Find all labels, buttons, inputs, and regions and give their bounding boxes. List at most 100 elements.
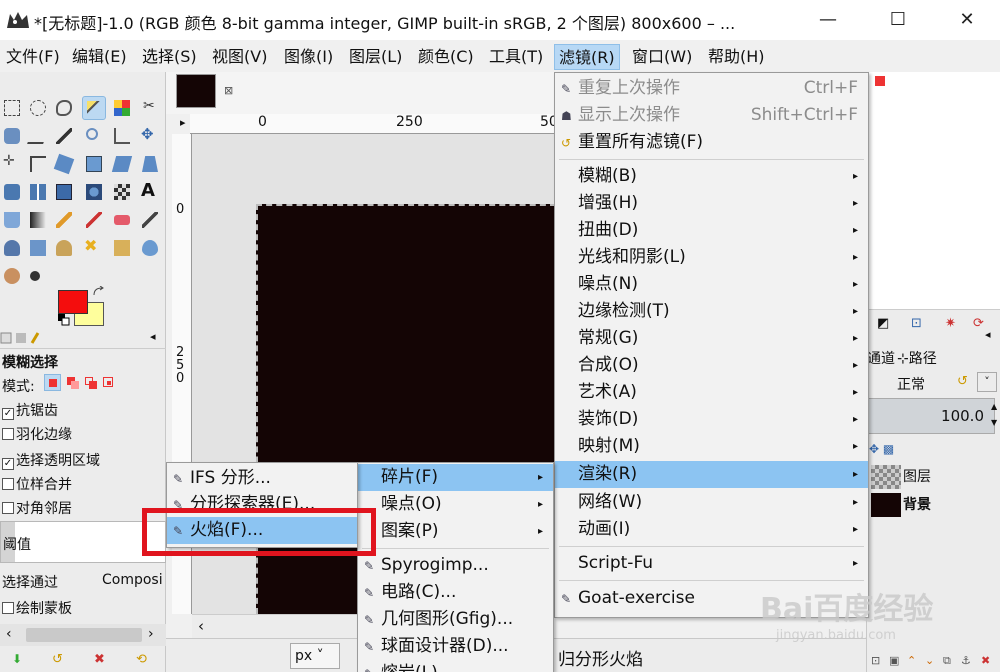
measure-tool[interactable] — [110, 124, 134, 148]
configure-tab-icon[interactable]: ◂ — [150, 330, 156, 343]
move-tool[interactable]: ✥ — [138, 124, 162, 148]
anchor-layer-icon[interactable]: ⚓ — [961, 654, 971, 667]
configure-tab-icon[interactable]: ◂ — [985, 328, 991, 341]
delete-layer-icon[interactable]: ✖ — [981, 654, 990, 667]
spin-down-icon[interactable]: ▼ — [991, 418, 997, 427]
antialias-checkbox[interactable]: ✓ — [2, 408, 14, 420]
swap-colors-icon[interactable] — [92, 286, 106, 298]
menu-item-reshow-last[interactable]: ☗ 显示上次操作 Shift+Ctrl+F — [555, 102, 868, 129]
fuzzy-select-tool[interactable] — [82, 96, 106, 120]
handle-transform-tool[interactable] — [110, 180, 134, 204]
lasso-tool[interactable] — [52, 96, 76, 120]
select-transparent-checkbox[interactable]: ✓ — [2, 458, 14, 470]
diagonal-checkbox[interactable] — [2, 502, 14, 514]
quick-mask-icon[interactable]: ▸ — [180, 116, 186, 129]
menu-item-repeat-last[interactable]: ✎ 重复上次操作 Ctrl+F — [555, 75, 868, 102]
raise-layer-icon[interactable]: ⌃ — [907, 654, 916, 667]
rotate-tool[interactable] — [52, 152, 76, 176]
opacity-spinner[interactable]: 100.0 — [867, 398, 995, 434]
blur-sharpen-tool[interactable] — [138, 236, 162, 260]
menu-tools[interactable]: 工具(T) — [485, 44, 547, 70]
menu-item-decor[interactable]: 装饰(D) ▸ — [555, 406, 868, 433]
bucket-fill-tool[interactable] — [0, 208, 24, 232]
lock-position-icon[interactable]: ✥ ▩ — [869, 442, 894, 456]
menu-item-gfig[interactable]: ✎ 几何图形(Gfig)... — [358, 606, 553, 633]
scroll-left-icon[interactable]: ‹ — [6, 626, 12, 642]
draw-mask-option[interactable]: 绘制蒙板 — [2, 598, 72, 618]
paintbrush-tool[interactable] — [82, 208, 106, 232]
maximize-button[interactable]: ☐ — [875, 6, 921, 34]
scroll-thumb[interactable] — [26, 628, 142, 642]
smudge-tool[interactable] — [0, 264, 24, 288]
menu-item-fractals[interactable]: 碎片(F) ▸ — [358, 464, 553, 491]
flip-tool[interactable] — [26, 180, 50, 204]
warp-transform-tool[interactable] — [82, 180, 106, 204]
mode-reset-icon[interactable]: ↺ — [957, 374, 968, 389]
spin-up-icon[interactable]: ▲ — [991, 402, 997, 411]
brush-edit-icon[interactable]: ◩ — [877, 316, 889, 331]
menu-item-noise[interactable]: 噪点(N) ▸ — [555, 271, 868, 298]
menu-item-enhance[interactable]: 增强(H) ▸ — [555, 190, 868, 217]
save-options-icon[interactable]: ⬇ — [12, 652, 22, 666]
tool-options-scrollbar[interactable]: ‹ › — [0, 624, 166, 646]
cage-transform-tool[interactable] — [52, 180, 76, 204]
diagonal-option[interactable]: 对角邻居 — [2, 498, 72, 518]
restore-options-icon[interactable]: ↺ — [52, 652, 63, 667]
menu-help[interactable]: 帮助(H) — [704, 44, 769, 70]
menu-item-artistic[interactable]: 艺术(A) ▸ — [555, 379, 868, 406]
delete-options-icon[interactable]: ✖ — [94, 652, 105, 667]
sample-merged-checkbox[interactable] — [2, 478, 14, 490]
menu-item-pattern[interactable]: 图案(P) ▸ — [358, 518, 553, 545]
scale-tool[interactable] — [82, 152, 106, 176]
menu-item-circuit[interactable]: ✎ 电路(C)... — [358, 579, 553, 606]
minimize-button[interactable]: — — [805, 6, 851, 34]
clone-tool[interactable] — [52, 236, 76, 260]
menu-item-script-fu[interactable]: Script-Fu ▸ — [555, 550, 868, 577]
menu-item-lava[interactable]: ✎ 熔岩(L)... — [358, 660, 553, 672]
select-by-dropdown[interactable]: Composi — [102, 572, 166, 588]
tab-paths[interactable]: ⊹路径 — [897, 348, 937, 368]
eraser-tool[interactable] — [110, 208, 134, 232]
feather-checkbox[interactable] — [2, 428, 14, 440]
select-transparent-option[interactable]: ✓ 选择透明区域 — [2, 450, 100, 470]
menu-view[interactable]: 视图(V) — [208, 44, 271, 70]
menu-item-spyrogimp[interactable]: ✎ Spyrogimp... — [358, 552, 553, 579]
gradient-tool[interactable] — [26, 208, 50, 232]
menu-item-distorts[interactable]: 扭曲(D) ▸ — [555, 217, 868, 244]
brush-new-icon[interactable]: ⊡ — [911, 316, 922, 331]
menu-layer[interactable]: 图层(L) — [345, 44, 406, 70]
menu-item-reset-all[interactable]: ↺ 重置所有滤镜(F) — [555, 129, 868, 156]
menu-image[interactable]: 图像(I) — [280, 44, 337, 70]
menu-item-light-shadow[interactable]: 光线和阴影(L) ▸ — [555, 244, 868, 271]
crop-tool[interactable] — [26, 152, 50, 176]
unit-select[interactable]: px ˅ — [290, 643, 340, 669]
menu-windows[interactable]: 窗口(W) — [628, 44, 696, 70]
menu-item-web[interactable]: 网络(W) ▸ — [555, 489, 868, 516]
zoom-tool[interactable] — [82, 124, 106, 148]
mode-add-button[interactable] — [64, 374, 81, 391]
foreground-select-tool[interactable] — [0, 124, 24, 148]
lower-layer-icon[interactable]: ⌄ — [925, 654, 934, 667]
rect-select-tool[interactable] — [0, 96, 24, 120]
dodge-burn-tool[interactable] — [26, 264, 50, 288]
menu-file[interactable]: 文件(F) — [2, 44, 64, 70]
menu-colors[interactable]: 颜色(C) — [414, 44, 478, 70]
close-button[interactable]: ✕ — [944, 6, 990, 34]
menu-item-combine[interactable]: 合成(O) ▸ — [555, 352, 868, 379]
mode-replace-button[interactable] — [44, 374, 61, 391]
menu-filters[interactable]: 滤镜(R) — [554, 44, 620, 70]
menu-item-edge-detect[interactable]: 边缘检测(T) ▸ — [555, 298, 868, 325]
menu-item-render-noise[interactable]: 噪点(O) ▸ — [358, 491, 553, 518]
tool-options-tab-icons[interactable] — [0, 330, 44, 346]
close-image-tab-icon[interactable]: ⊠ — [224, 84, 233, 97]
select-by-color-tool[interactable] — [110, 96, 134, 120]
menu-item-map[interactable]: 映射(M) ▸ — [555, 433, 868, 460]
pencil-tool[interactable] — [52, 208, 76, 232]
perspective-tool[interactable] — [138, 152, 162, 176]
scroll-right-icon[interactable]: › — [148, 626, 154, 642]
text-tool[interactable]: A — [138, 180, 162, 204]
sample-merged-option[interactable]: 位样合并 — [2, 474, 72, 494]
heal-tool[interactable]: ✖ — [82, 236, 106, 260]
draw-mask-checkbox[interactable] — [2, 602, 14, 614]
layer-row[interactable]: 图层 — [867, 464, 1000, 490]
